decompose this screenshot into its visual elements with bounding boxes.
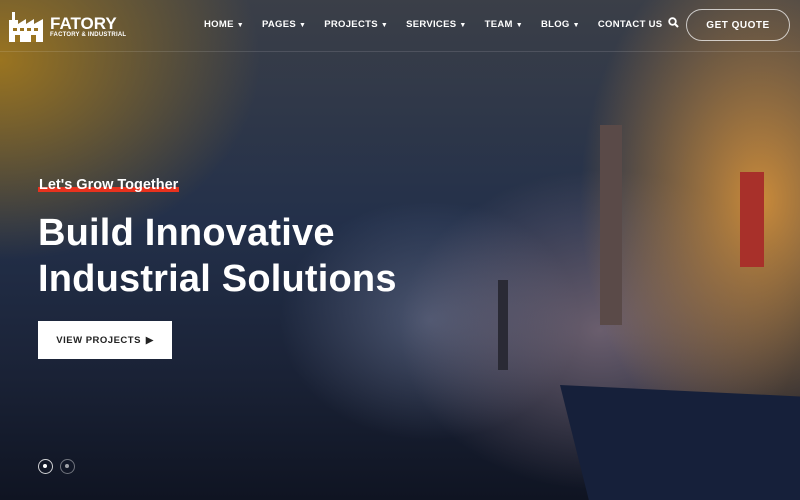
- main-nav: HOME ▼ PAGES ▼ PROJECTS ▼ SERVICES ▼ TEAM ▼ B…: [204, 19, 680, 30]
- search-icon[interactable]: [668, 17, 679, 31]
- site-header: FATORY FACTORY & INDUSTRIAL HOME ▼ PAGES ▼…: [0, 0, 800, 52]
- hero-title-line: Build Innovative: [38, 212, 335, 254]
- hero-tagline: Let's Grow Together: [38, 177, 180, 193]
- hero-title: Build Innovative Industrial Solutions: [38, 210, 397, 302]
- chevron-down-icon: ▼: [515, 22, 523, 29]
- slider-dot-2[interactable]: [60, 459, 75, 474]
- slider-dot-1[interactable]: [38, 459, 53, 474]
- nav-blog[interactable]: BLOG ▼: [541, 19, 580, 30]
- chevron-down-icon: ▼: [236, 22, 244, 29]
- nav-projects[interactable]: PROJECTS ▼: [324, 19, 388, 30]
- logo[interactable]: FATORY FACTORY & INDUSTRIAL: [7, 10, 126, 42]
- chevron-down-icon: ▼: [380, 22, 389, 29]
- get-quote-button[interactable]: GET QUOTE: [686, 9, 790, 41]
- caret-right-icon: ▶: [145, 334, 154, 346]
- hero-title-line: Industrial Solutions: [38, 258, 397, 300]
- nav-label: CONTACT US: [597, 19, 663, 30]
- brand-tagline: FACTORY & INDUSTRIAL: [50, 31, 127, 38]
- nav-label: PROJECTS: [324, 19, 378, 30]
- nav-pages[interactable]: PAGES ▼: [262, 19, 306, 30]
- button-label: VIEW PROJECTS: [56, 334, 141, 346]
- nav-label: SERVICES: [406, 19, 457, 30]
- view-projects-button[interactable]: VIEW PROJECTS ▶: [38, 321, 172, 359]
- nav-contact-us[interactable]: CONTACT US: [598, 19, 663, 30]
- nav-label: PAGES: [261, 19, 296, 30]
- chevron-down-icon: ▼: [299, 22, 307, 29]
- nav-label: HOME: [204, 19, 234, 30]
- ship-silhouette: [560, 385, 800, 500]
- nav-label: BLOG: [540, 19, 570, 30]
- chimney: [498, 280, 508, 370]
- nav-home[interactable]: HOME ▼: [204, 19, 244, 30]
- factory-icon: [9, 12, 43, 42]
- chevron-down-icon: ▼: [459, 22, 467, 29]
- chimney: [600, 125, 622, 325]
- chevron-down-icon: ▼: [572, 22, 580, 29]
- brand-name: FATORY: [50, 13, 117, 33]
- nav-team[interactable]: TEAM ▼: [485, 19, 523, 30]
- nav-label: TEAM: [484, 19, 513, 30]
- nav-services[interactable]: SERVICES ▼: [406, 19, 467, 30]
- chimney: [740, 172, 764, 267]
